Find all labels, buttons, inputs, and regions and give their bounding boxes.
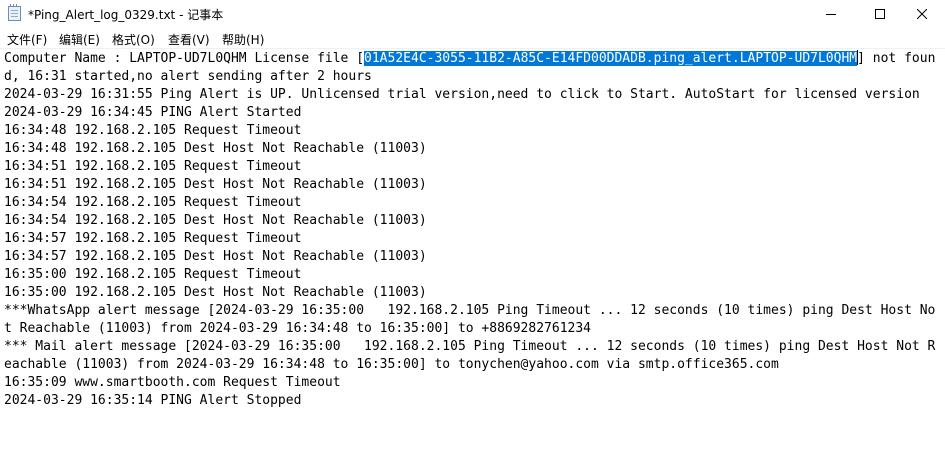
menu-bar: 文件(F) 编辑(E) 格式(O) 查看(V) 帮助(H) bbox=[0, 28, 945, 49]
log-line: 16:34:57 192.168.2.105 Dest Host Not Rea… bbox=[4, 249, 427, 264]
log-line: 16:34:48 192.168.2.105 Dest Host Not Rea… bbox=[4, 141, 427, 156]
maximize-button[interactable] bbox=[857, 0, 903, 28]
minimize-icon bbox=[826, 14, 836, 15]
log-line: 16:35:09 www.smartbooth.com Request Time… bbox=[4, 375, 341, 390]
log-line: *** Mail alert message [2024-03-29 16:35… bbox=[4, 339, 936, 372]
log-line: ***WhatsApp alert message [2024-03-29 16… bbox=[4, 303, 936, 336]
log-line: 16:34:57 192.168.2.105 Request Timeout bbox=[4, 231, 302, 246]
document-text[interactable]: Computer Name : LAPTOP-UD7L0QHM License … bbox=[4, 50, 940, 410]
log-line: 16:34:54 192.168.2.105 Dest Host Not Rea… bbox=[4, 213, 427, 228]
window-title: *Ping_Alert_log_0329.txt - 记事本 bbox=[28, 8, 224, 22]
title-bar: *Ping_Alert_log_0329.txt - 记事本 bbox=[0, 0, 945, 28]
maximize-icon bbox=[875, 9, 885, 19]
log-line: 2024-03-29 16:35:14 PING Alert Stopped bbox=[4, 393, 302, 408]
log-line: 16:34:51 192.168.2.105 Dest Host Not Rea… bbox=[4, 177, 427, 192]
menu-file[interactable]: 文件(F) bbox=[7, 31, 47, 48]
log-line: 16:34:51 192.168.2.105 Request Timeout bbox=[4, 159, 302, 174]
log-line: 16:34:48 192.168.2.105 Request Timeout bbox=[4, 123, 302, 138]
notepad-icon bbox=[8, 4, 21, 21]
menu-help[interactable]: 帮助(H) bbox=[222, 31, 264, 48]
text-editor[interactable]: Computer Name : LAPTOP-UD7L0QHM License … bbox=[0, 49, 945, 467]
close-icon bbox=[917, 9, 927, 19]
log-line: 16:34:54 192.168.2.105 Request Timeout bbox=[4, 195, 302, 210]
log-line: 2024-03-29 16:34:45 PING Alert Started bbox=[4, 105, 302, 120]
log-line: 16:35:00 192.168.2.105 Dest Host Not Rea… bbox=[4, 285, 427, 300]
close-button[interactable] bbox=[899, 0, 945, 28]
minimize-button[interactable] bbox=[808, 0, 854, 28]
log-lines: 2024-03-29 16:31:55 Ping Alert is UP. Un… bbox=[4, 87, 935, 408]
menu-format[interactable]: 格式(O) bbox=[112, 31, 155, 48]
line-prefix: Computer Name : LAPTOP-UD7L0QHM License … bbox=[4, 51, 365, 66]
selected-text: 01A52E4C-3055-11B2-A85C-E14FD00DDADB.pin… bbox=[364, 51, 858, 66]
menu-view[interactable]: 查看(V) bbox=[168, 31, 210, 48]
log-line: 16:35:00 192.168.2.105 Request Timeout bbox=[4, 267, 302, 282]
log-line: 2024-03-29 16:31:55 Ping Alert is UP. Un… bbox=[4, 87, 920, 102]
menu-edit[interactable]: 编辑(E) bbox=[59, 31, 100, 48]
